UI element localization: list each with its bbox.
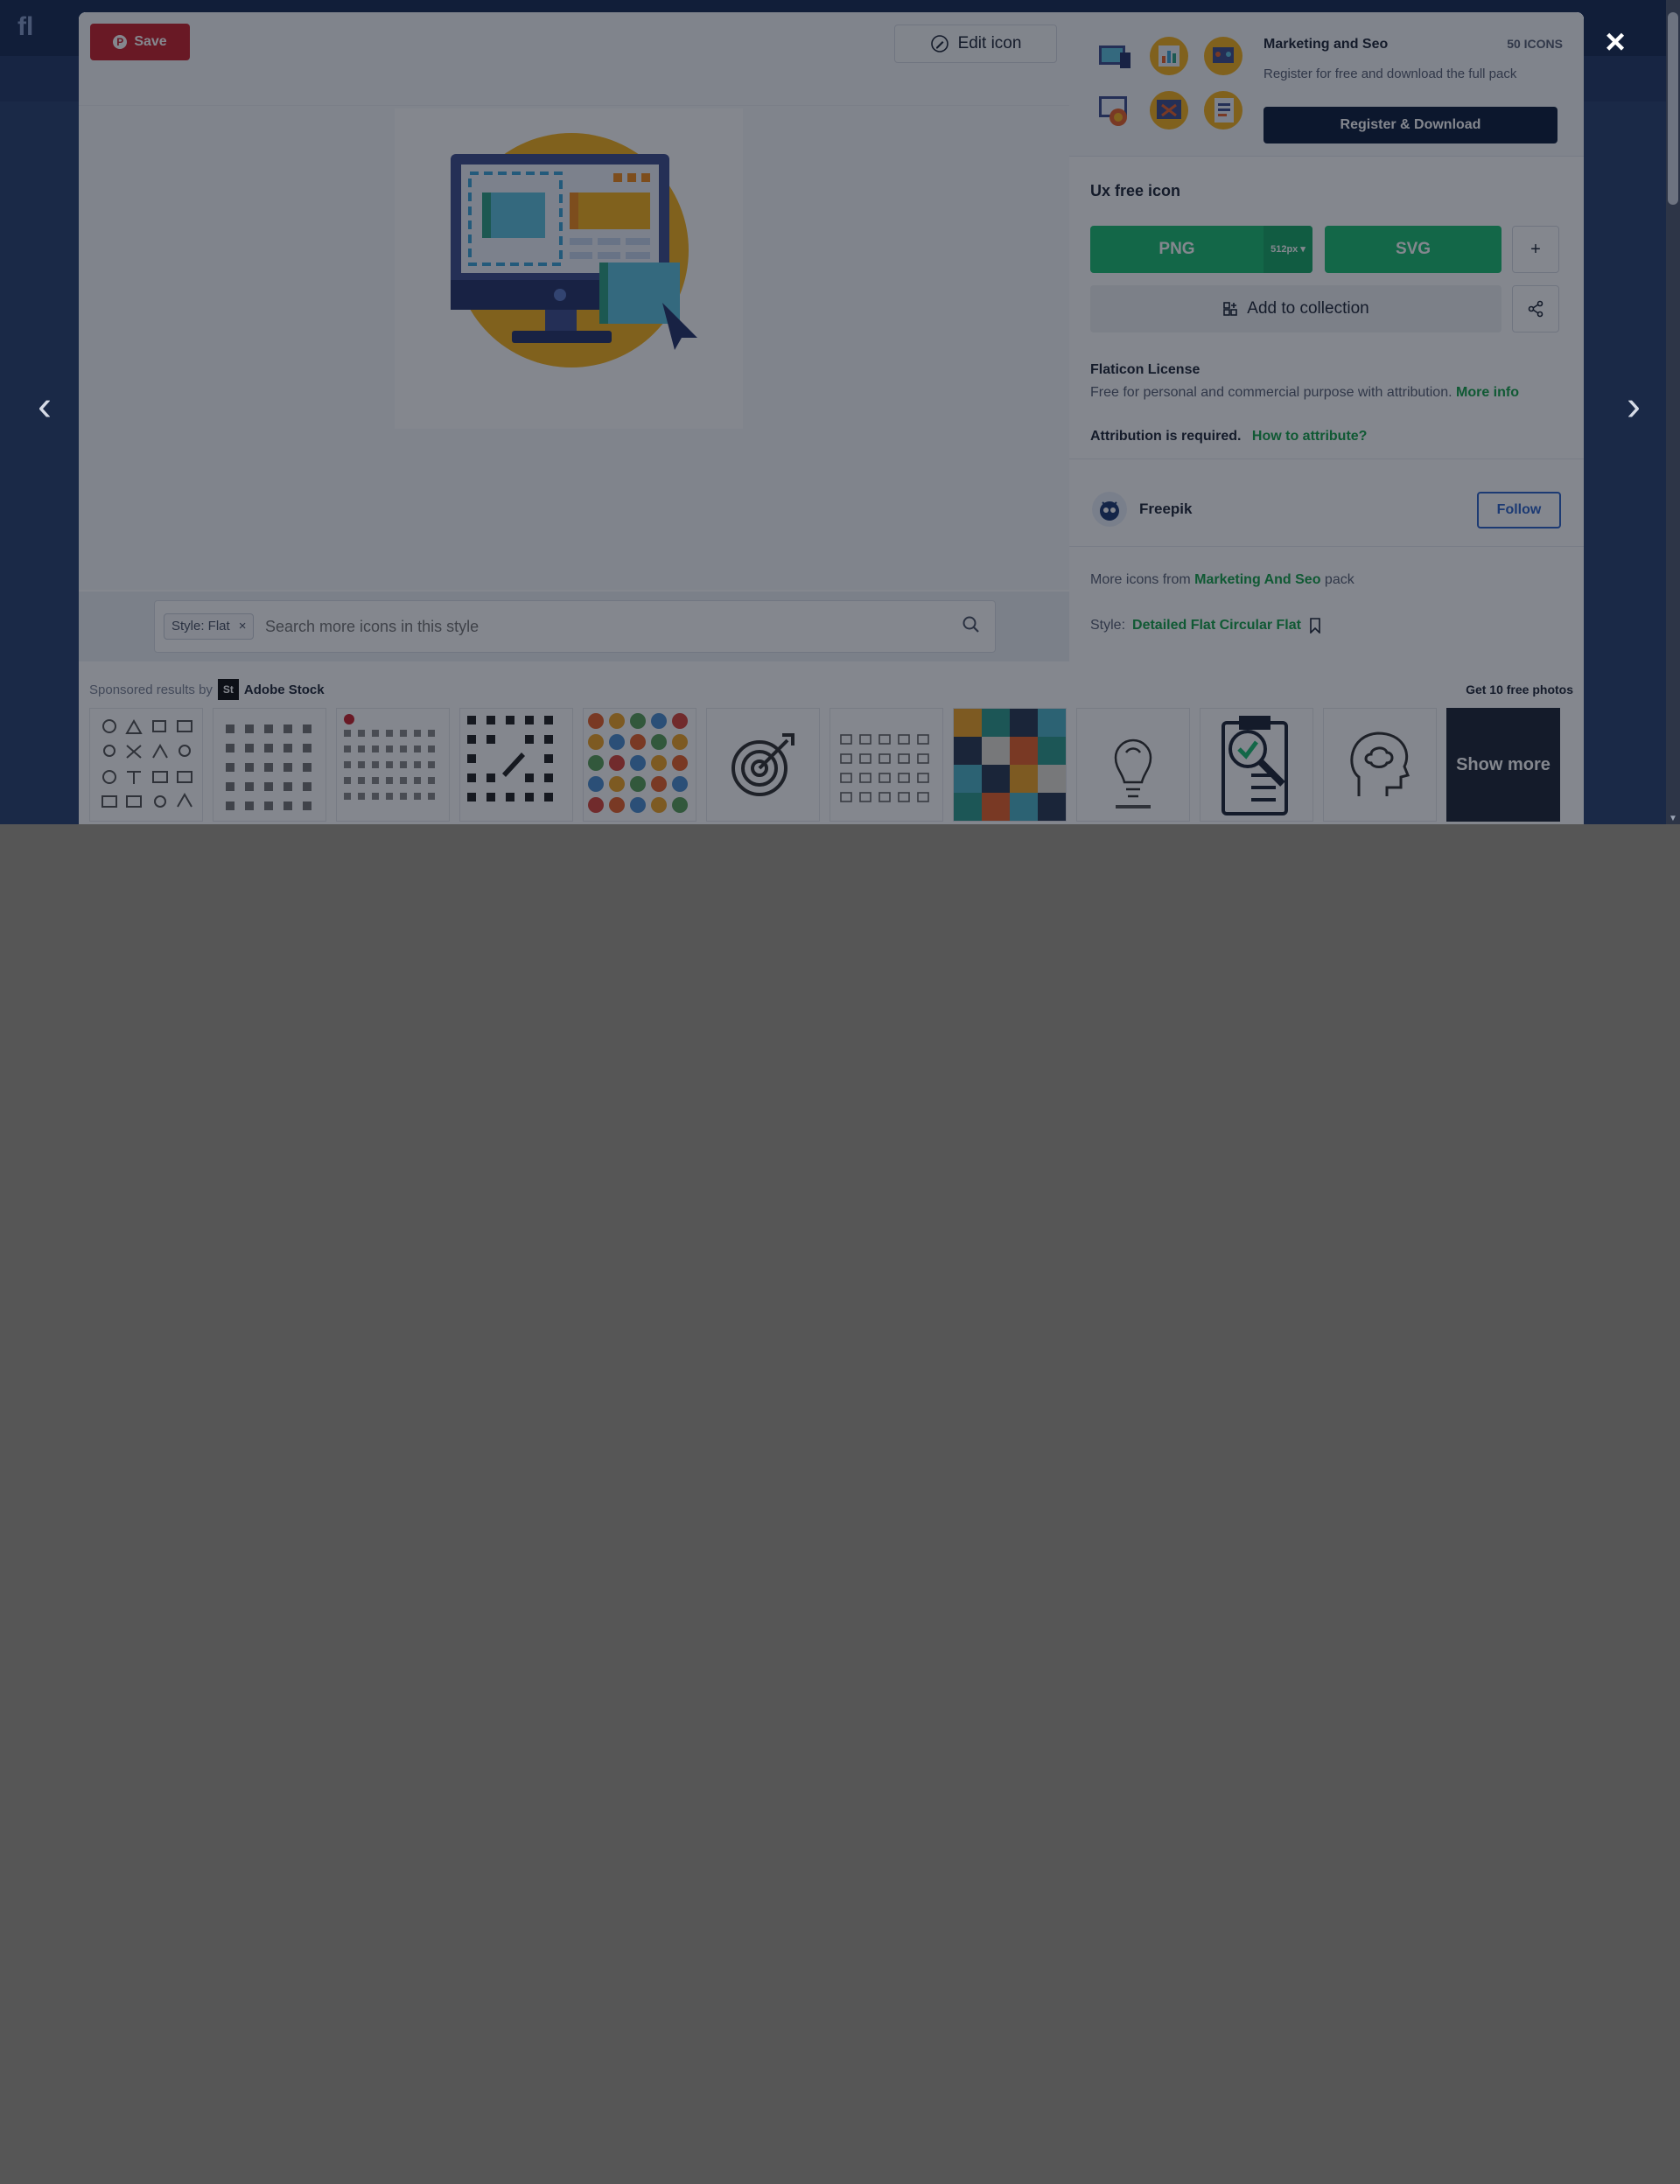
sponsored-thumb-lightbulb-brain[interactable]: [1076, 708, 1190, 822]
pack-thumbnails: [1094, 35, 1258, 147]
author-name[interactable]: Freepik: [1139, 500, 1192, 518]
next-icon-arrow[interactable]: ›: [1612, 385, 1656, 429]
divider: [1069, 458, 1584, 459]
scroll-down-arrow-icon[interactable]: ▼: [1669, 814, 1677, 823]
pack-link[interactable]: Marketing And Seo: [1194, 572, 1320, 587]
pack-description: Register for free and download the full …: [1264, 66, 1517, 81]
attribution-required-text: Attribution is required.: [1090, 429, 1242, 444]
style-filter-chip[interactable]: Style: Flat ×: [164, 613, 255, 640]
sponsored-thumb-icon-grid-outline[interactable]: [89, 708, 203, 822]
sponsored-thumb-head-brain[interactable]: [1323, 708, 1437, 822]
sponsored-thumb-mini-icons[interactable]: [213, 708, 326, 822]
download-svg-button[interactable]: SVG: [1325, 226, 1502, 273]
sponsored-thumb-colored-circles[interactable]: [583, 708, 696, 822]
save-label: Save: [134, 34, 167, 49]
pack-thumb-devices-icon[interactable]: [1094, 35, 1136, 77]
browser-viewport: fl ‹ › × P Save Edit icon: [0, 0, 1680, 824]
ux-monitor-icon: [451, 133, 697, 368]
pack-icon-count: 50 ICONS: [1507, 37, 1563, 51]
sponsored-thumb-target[interactable]: [706, 708, 820, 822]
adobe-stock-name: Adobe Stock: [243, 682, 325, 697]
pack-title: Marketing and Seo: [1264, 37, 1389, 52]
sponsored-thumb-black-glyphs[interactable]: [459, 708, 573, 822]
page-scrollbar[interactable]: ▼: [1666, 0, 1680, 824]
more-from-pack: More icons from Marketing And Seo pack: [1090, 572, 1354, 588]
sponsored-thumb-dense-icons[interactable]: [336, 708, 450, 822]
sponsored-thumbnails: Show more: [89, 708, 1560, 822]
sponsored-thumb-thin-icons[interactable]: [830, 708, 943, 822]
icon-info-panel: Marketing and Seo 50 ICONS Register for …: [1069, 12, 1584, 662]
share-icon: [1528, 300, 1544, 318]
get-free-photos-link[interactable]: Get 10 free photos: [1466, 682, 1573, 696]
attribution-row: Attribution is required. How to attribut…: [1090, 429, 1367, 444]
sponsored-thumb-clipboard-magnifier[interactable]: [1200, 708, 1313, 822]
sponsored-results: Sponsored results by St Adobe Stock Get …: [79, 662, 1584, 824]
edit-icon-label: Edit icon: [957, 34, 1022, 52]
pack-thumb-analytics-icon[interactable]: [1148, 35, 1190, 77]
pack-thumb-search-icon[interactable]: [1094, 89, 1136, 131]
edit-icon-button[interactable]: Edit icon: [894, 24, 1057, 63]
icon-detail-modal: P Save Edit icon Style: Flat × Search mo…: [79, 12, 1584, 824]
remove-chip-icon[interactable]: ×: [239, 614, 247, 639]
adobe-stock-logo: St: [217, 679, 239, 700]
close-modal-button[interactable]: ×: [1598, 24, 1633, 60]
pack-thumb-tools-icon[interactable]: [1148, 89, 1190, 131]
pack-thumb-report-icon[interactable]: [1202, 89, 1244, 131]
more-from-prefix: More icons from: [1090, 572, 1191, 587]
style-link[interactable]: Detailed Flat Circular Flat: [1132, 618, 1301, 634]
collection-icon: [1223, 302, 1238, 316]
license-description: Free for personal and commercial purpose…: [1090, 385, 1519, 401]
pinterest-save-button[interactable]: P Save: [90, 24, 190, 60]
add-to-collection-label: Add to collection: [1247, 299, 1369, 318]
follow-button[interactable]: Follow: [1477, 492, 1561, 528]
license-title: Flaticon License: [1090, 362, 1200, 377]
scrollbar-thumb[interactable]: [1668, 12, 1678, 205]
sponsored-text: Sponsored results by: [89, 682, 213, 697]
add-to-collection-button[interactable]: Add to collection: [1090, 285, 1502, 332]
png-label: PNG: [1158, 240, 1195, 258]
png-size-value: 512px: [1270, 244, 1298, 255]
bookmark-icon[interactable]: [1308, 618, 1322, 634]
sponsored-thumb-color-tiles[interactable]: [953, 708, 1067, 822]
register-download-button[interactable]: Register & Download: [1264, 107, 1558, 144]
show-more-button[interactable]: Show more: [1446, 708, 1560, 822]
more-formats-button[interactable]: +: [1512, 226, 1559, 273]
icon-preview-image: [395, 108, 743, 429]
freepik-avatar-icon[interactable]: [1092, 492, 1127, 527]
pinterest-icon: P: [113, 35, 128, 49]
license-text: Free for personal and commercial purpose…: [1090, 385, 1452, 400]
preview-toolbar: P Save Edit icon: [79, 12, 1069, 106]
pack-header: Marketing and Seo 50 ICONS Register for …: [1069, 12, 1584, 157]
style-search-input[interactable]: [263, 613, 932, 640]
png-size-select[interactable]: 512px ▾: [1264, 226, 1312, 273]
icon-preview-pane: P Save Edit icon Style: Flat × Search mo…: [79, 12, 1070, 662]
share-button[interactable]: [1512, 285, 1559, 332]
more-info-link[interactable]: More info: [1456, 385, 1519, 400]
search-icon[interactable]: [962, 615, 981, 634]
more-from-suffix: pack: [1324, 572, 1354, 587]
icon-title: Ux free icon: [1090, 182, 1181, 200]
pencil-icon: [930, 35, 948, 52]
sponsored-label: Sponsored results by St Adobe Stock: [89, 679, 325, 700]
pack-thumb-network-icon[interactable]: [1202, 35, 1244, 77]
download-png-button[interactable]: PNG 512px ▾: [1090, 226, 1312, 273]
style-label: Style:: [1090, 618, 1126, 633]
previous-icon-arrow[interactable]: ‹: [23, 385, 66, 429]
how-to-attribute-link[interactable]: How to attribute?: [1252, 429, 1368, 444]
style-search-box[interactable]: Style: Flat ×: [154, 600, 996, 653]
author-row: Freepik Follow: [1069, 471, 1584, 547]
style-row: Style: Detailed Flat Circular Flat: [1090, 618, 1322, 634]
style-chip-label: Style: Flat: [172, 619, 230, 634]
